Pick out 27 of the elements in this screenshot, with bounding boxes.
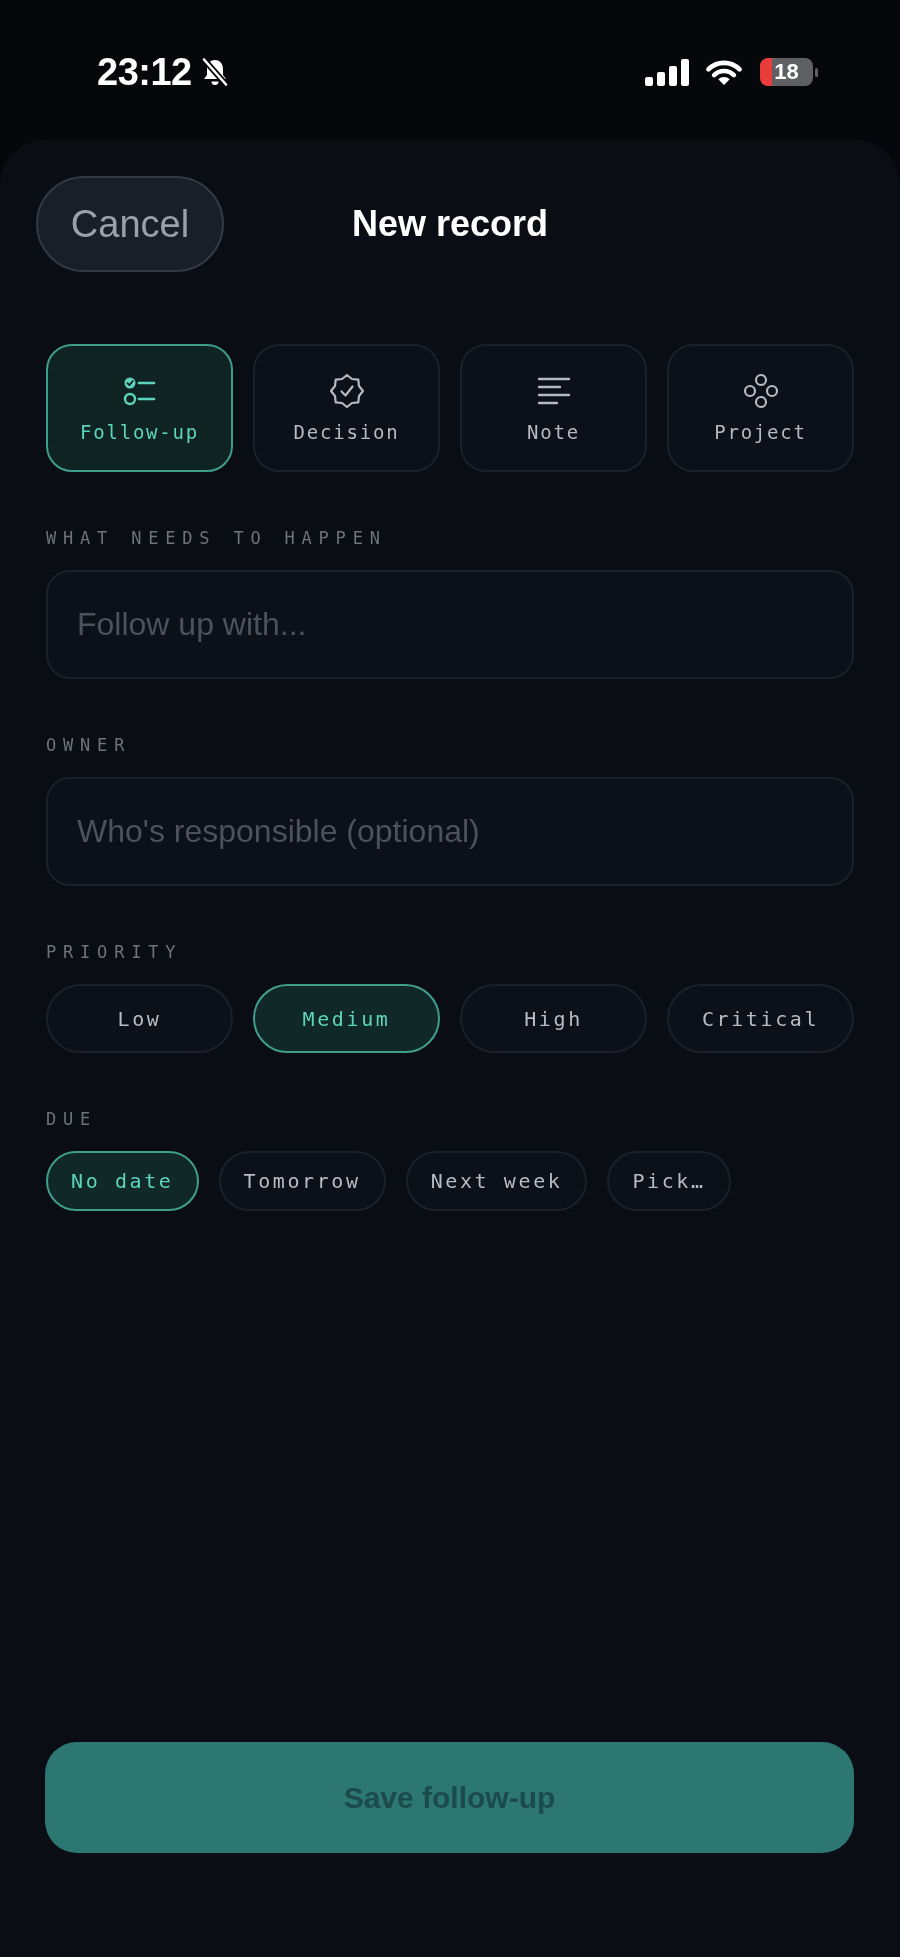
due-option[interactable]: Next week bbox=[405, 1151, 588, 1211]
sheet-title: New record bbox=[351, 203, 549, 245]
due-option[interactable]: No date bbox=[46, 1151, 199, 1211]
seal-check-icon bbox=[328, 373, 365, 409]
record-type-tab[interactable]: Decision bbox=[253, 344, 440, 472]
clock-time: 23:12 bbox=[97, 50, 192, 94]
due-option[interactable]: Tomorrow bbox=[218, 1151, 386, 1211]
priority-option[interactable]: Low bbox=[46, 984, 233, 1053]
priority-option[interactable]: Medium bbox=[253, 984, 440, 1053]
due-option[interactable]: Pick… bbox=[607, 1151, 731, 1211]
priority-option[interactable]: High bbox=[460, 984, 647, 1053]
wifi-icon bbox=[705, 58, 743, 86]
four-circles-icon bbox=[742, 373, 779, 409]
battery-indicator: 18 bbox=[760, 58, 818, 86]
input-field[interactable]: Follow up with... bbox=[46, 570, 854, 679]
section-label: PRIORITY bbox=[46, 942, 184, 962]
section-label: OWNER bbox=[46, 735, 133, 755]
priority-option[interactable]: Critical bbox=[667, 984, 854, 1053]
record-type-tab[interactable]: Follow-up bbox=[46, 344, 233, 472]
input-field[interactable]: Who's responsible (optional) bbox=[46, 777, 854, 886]
bell-slash-icon bbox=[200, 57, 229, 87]
section-label: DUE bbox=[46, 1109, 99, 1129]
section-label: WHAT NEEDS TO HAPPEN bbox=[46, 528, 388, 548]
cancel-button[interactable]: Cancel bbox=[36, 176, 224, 272]
record-type-tab[interactable]: Project bbox=[667, 344, 854, 472]
signal-icon bbox=[645, 58, 690, 86]
record-type-tab[interactable]: Note bbox=[460, 344, 647, 472]
